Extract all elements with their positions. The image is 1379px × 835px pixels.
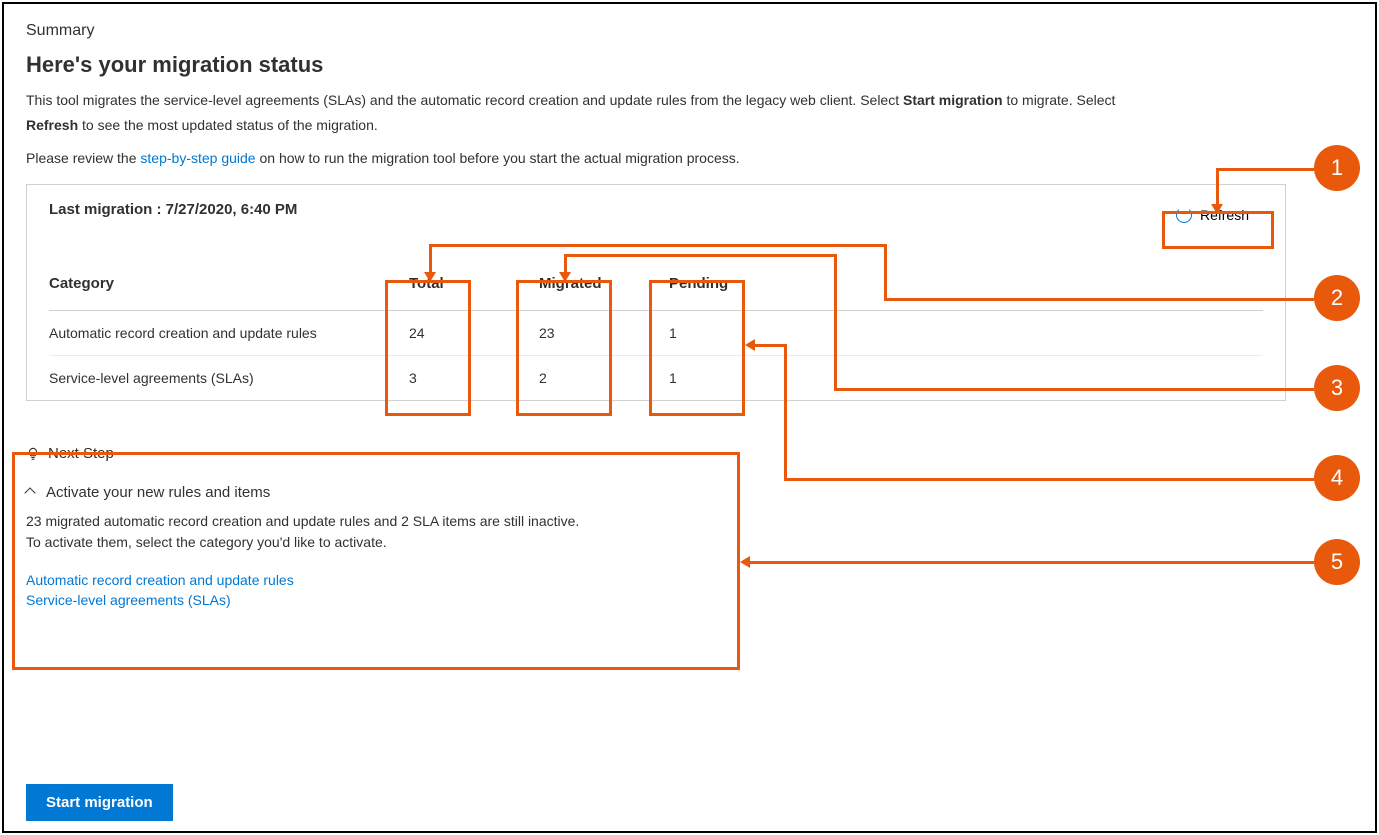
review-prefix: Please review the [26,150,140,166]
col-category: Category [49,265,409,311]
col-pending: Pending [669,265,799,311]
desc-mid: to migrate. Select [1003,92,1116,108]
page-description: This tool migrates the service-level agr… [26,90,1353,111]
annotation-line [429,244,887,247]
annotation-line [884,298,1314,301]
review-text: Please review the step-by-step guide on … [26,150,1353,166]
next-step-heading: Next Step [48,445,114,462]
annotation-line [834,388,1314,391]
cell-migrated: 23 [539,311,669,356]
ns-body-line2: To activate them, select the category yo… [26,532,1353,553]
summary-label: Summary [26,22,1353,40]
refresh-button-label: Refresh [1200,207,1249,223]
lightbulb-icon [26,447,40,461]
cell-total: 24 [409,311,539,356]
callout-2: 2 [1314,275,1360,321]
annotation-arrow [424,272,436,282]
annotation-line [1216,168,1314,171]
accordion-title-text: Activate your new rules and items [46,484,270,501]
desc-bold-refresh: Refresh [26,117,78,133]
table-row: Service-level agreements (SLAs) 3 2 1 [49,356,1263,401]
next-step-panel: Next Step Activate your new rules and it… [26,441,1353,614]
page-title: Here's your migration status [26,52,1353,78]
annotation-line [429,244,432,274]
desc-suffix: to see the most updated status of the mi… [78,117,378,133]
guide-link[interactable]: step-by-step guide [140,150,255,166]
last-migration-label: Last migration : 7/27/2020, 6:40 PM [49,201,297,218]
migration-status-panel: Last migration : 7/27/2020, 6:40 PM Refr… [26,184,1286,401]
next-step-body: 23 migrated automatic record creation an… [26,511,1353,553]
col-spacer [799,265,1263,311]
start-migration-button[interactable]: Start migration [26,784,173,821]
cell-pending: 1 [669,356,799,401]
callout-5: 5 [1314,539,1360,585]
annotation-arrow [745,339,755,351]
cell-pending: 1 [669,311,799,356]
annotation-arrow [1211,204,1223,214]
callout-4: 4 [1314,455,1360,501]
link-arc-rules[interactable]: Automatic record creation and update rul… [26,571,1353,591]
table-row: Automatic record creation and update rul… [49,311,1263,356]
annotation-line [784,344,787,481]
review-suffix: on how to run the migration tool before … [256,150,740,166]
cell-migrated: 2 [539,356,669,401]
annotation-arrow [559,272,571,282]
desc-bold-start: Start migration [903,92,1003,108]
callout-1: 1 [1314,145,1360,191]
accordion-toggle[interactable]: Activate your new rules and items [26,484,1353,501]
status-table: Category Total Migrated Pending Automati… [49,265,1263,400]
annotation-line [743,561,1314,564]
annotation-line [834,254,837,391]
desc-text: This tool migrates the service-level agr… [26,92,903,108]
ns-body-line1: 23 migrated automatic record creation an… [26,511,1353,532]
cell-category: Service-level agreements (SLAs) [49,356,409,401]
annotation-line [564,254,567,274]
link-slas[interactable]: Service-level agreements (SLAs) [26,591,1353,611]
callout-3: 3 [1314,365,1360,411]
refresh-icon [1176,207,1192,223]
cell-category: Automatic record creation and update rul… [49,311,409,356]
page-description-2: Refresh to see the most updated status o… [26,115,1353,136]
annotation-line [784,478,1314,481]
page-frame: Summary Here's your migration status Thi… [2,2,1377,833]
chevron-up-icon [24,487,35,498]
annotation-line [564,254,837,257]
annotation-line [884,244,887,301]
cell-total: 3 [409,356,539,401]
annotation-arrow [740,556,750,568]
